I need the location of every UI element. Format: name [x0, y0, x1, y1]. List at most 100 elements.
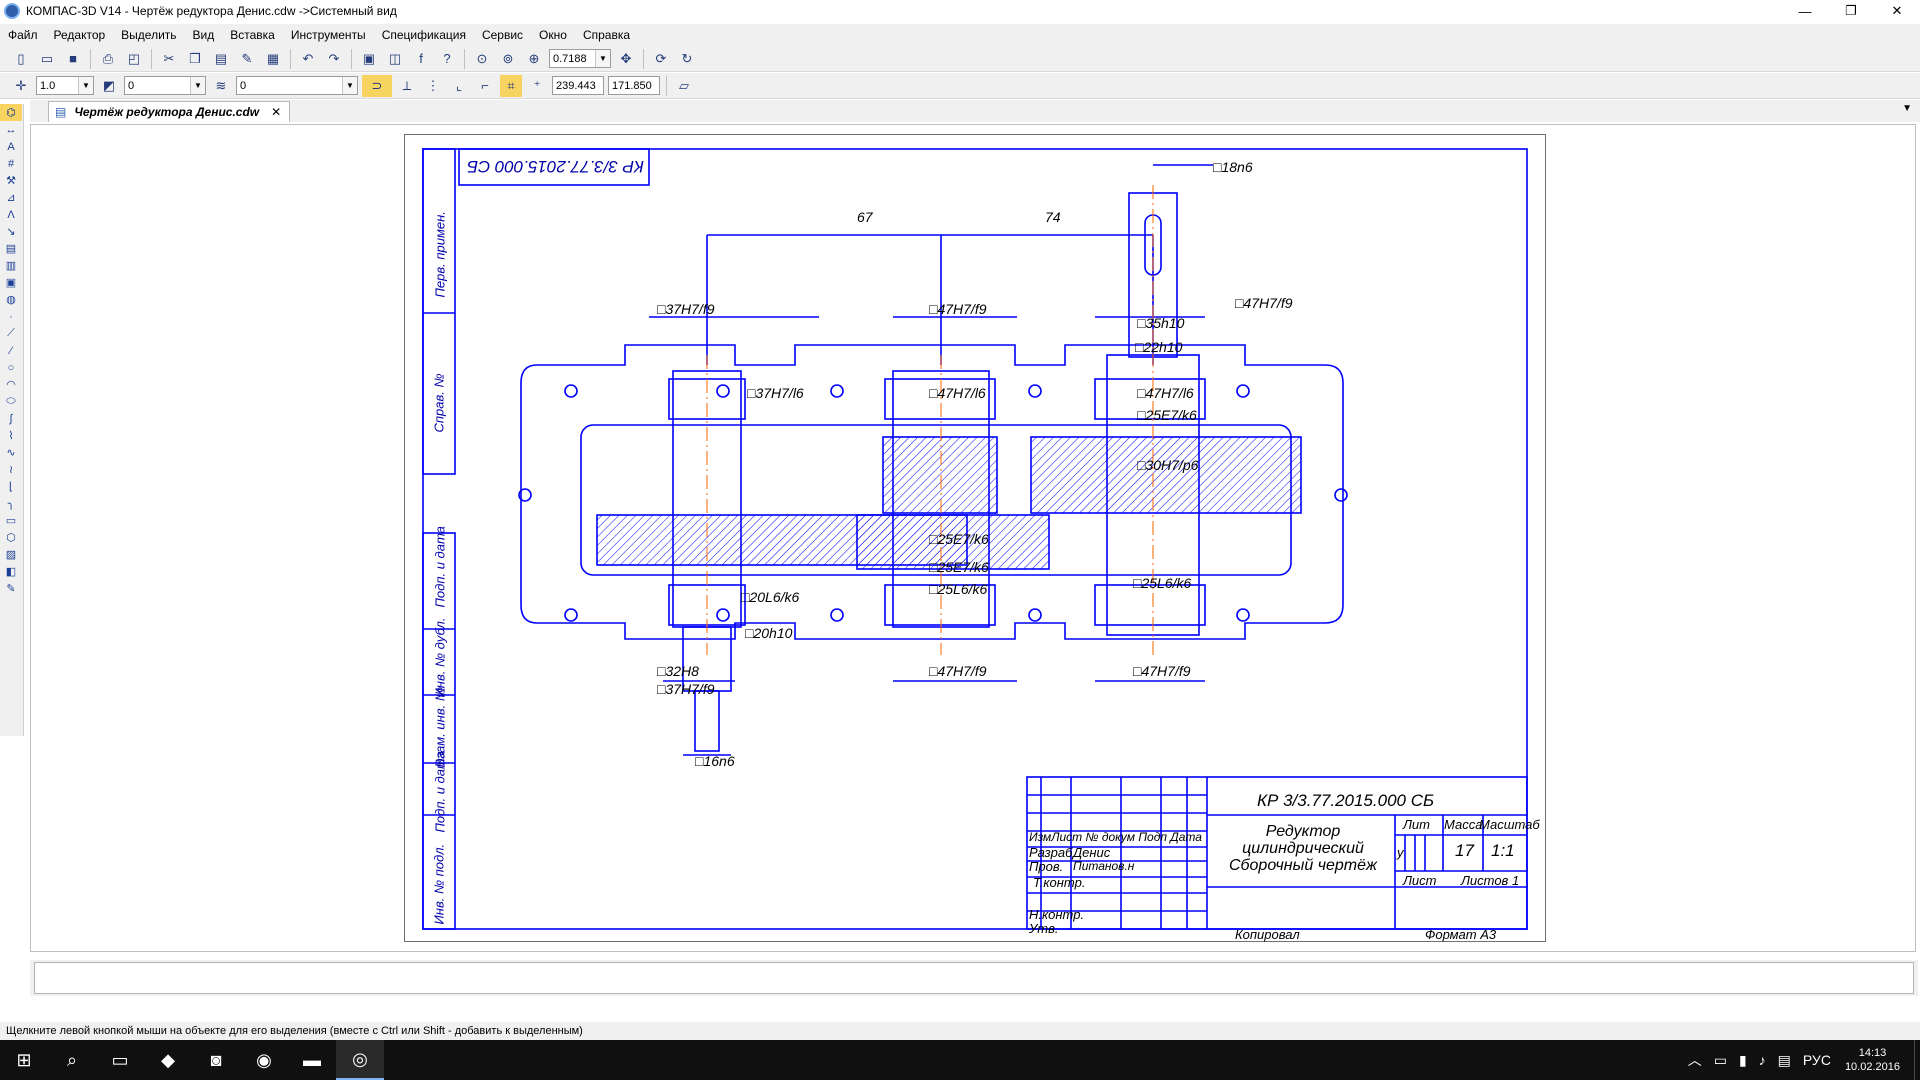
edit-icon[interactable]: # — [0, 155, 22, 172]
snap-magnet-icon[interactable]: ⊃ — [362, 74, 392, 97]
symbols-icon[interactable]: A — [0, 138, 22, 155]
camera-app-icon[interactable]: ◙ — [192, 1040, 240, 1080]
rectangle-icon[interactable]: ▭ — [0, 512, 22, 529]
cursor-step-select[interactable]: 1.0 ▼ — [36, 76, 94, 95]
object-properties-icon[interactable]: ▱ — [673, 75, 695, 97]
layer-select[interactable]: 0 ▼ — [236, 76, 358, 95]
polyline-icon[interactable]: ⌇ — [0, 427, 22, 444]
kompas-taskbar-icon[interactable]: ◎ — [336, 1040, 384, 1080]
maximize-button[interactable]: ❐ — [1828, 0, 1874, 22]
point-icon[interactable]: · — [0, 308, 22, 325]
angle-select[interactable]: 0 ▼ — [124, 76, 206, 95]
zoom-in-icon[interactable]: ⊕ — [523, 48, 545, 70]
dimensions-icon[interactable]: ↔ — [0, 121, 22, 138]
parametric-mode-icon[interactable]: ⌗ — [500, 74, 522, 97]
contour-icon[interactable]: ✎ — [0, 580, 22, 597]
menu-insert[interactable]: Вставка — [222, 28, 283, 42]
measure-icon[interactable]: ⊿ — [0, 189, 22, 206]
select-icon[interactable]: Λ — [0, 206, 22, 223]
menu-service[interactable]: Сервис — [474, 28, 531, 42]
menu-editor[interactable]: Редактор — [46, 28, 114, 42]
redo-icon[interactable]: ↷ — [323, 48, 345, 70]
chevron-up-icon[interactable]: ︿ — [1688, 1050, 1702, 1070]
windows-start-icon[interactable]: ⊞ — [0, 1040, 48, 1080]
redraw-icon[interactable]: ↻ — [676, 48, 698, 70]
cut-icon[interactable]: ✂ — [158, 48, 180, 70]
spec-icon[interactable]: ▤ — [0, 240, 22, 257]
auxiliary-line-icon[interactable]: ⟋ — [0, 325, 22, 342]
new-document-icon[interactable]: ▯ — [10, 48, 32, 70]
step-cursor-icon[interactable]: ✛ — [10, 75, 32, 97]
menu-view[interactable]: Вид — [185, 28, 223, 42]
undo-icon[interactable]: ↶ — [297, 48, 319, 70]
menu-specification[interactable]: Спецификация — [374, 28, 474, 42]
reports-icon[interactable]: ▥ — [0, 257, 22, 274]
close-button[interactable]: ✕ — [1874, 0, 1920, 22]
task-view-icon[interactable]: ▭ — [96, 1040, 144, 1080]
format-painter-icon[interactable]: ✎ — [236, 48, 258, 70]
show-desktop-button[interactable] — [1914, 1040, 1920, 1080]
coord-x-field[interactable]: 239.443 — [552, 76, 604, 95]
properties-icon[interactable]: ▦ — [262, 48, 284, 70]
zoom-scale-select[interactable]: 0.7188 ▼ — [549, 49, 611, 68]
variables-icon[interactable]: f — [410, 48, 432, 70]
store-icon[interactable]: ◆ — [144, 1040, 192, 1080]
chamfer-icon[interactable]: ⌊ — [0, 478, 22, 495]
open-folder-icon[interactable]: ▭ — [36, 48, 58, 70]
segment-icon[interactable]: ⁄ — [0, 342, 22, 359]
preview-icon[interactable]: ◰ — [123, 48, 145, 70]
layer-icon[interactable]: ≋ — [210, 75, 232, 97]
continuous-icon[interactable]: ∫ — [0, 410, 22, 427]
message-icon[interactable]: ▤ — [1778, 1052, 1791, 1069]
manager-icon[interactable]: ▣ — [358, 48, 380, 70]
menu-tools[interactable]: Инструменты — [283, 28, 374, 42]
orthogonal-mode-icon[interactable]: ⌐ — [474, 75, 496, 97]
command-box[interactable] — [34, 962, 1914, 994]
zoom-window-icon[interactable]: ⊙ — [471, 48, 493, 70]
zoom-all-icon[interactable]: ⊚ — [497, 48, 519, 70]
local-cs-icon[interactable]: ⌞ — [448, 75, 470, 97]
save-icon[interactable]: ■ — [62, 48, 84, 70]
tab-close-icon[interactable]: ✕ — [271, 105, 281, 119]
file-explorer-icon[interactable]: ▬ — [288, 1040, 336, 1080]
chrome-icon[interactable]: ◉ — [240, 1040, 288, 1080]
volume-icon[interactable]: ♪ — [1759, 1052, 1766, 1068]
fill-icon[interactable]: ◧ — [0, 563, 22, 580]
help-pointer-icon[interactable]: ? — [436, 48, 458, 70]
tabs-dropdown-icon[interactable]: ▼ — [1902, 103, 1912, 114]
spline-icon[interactable]: ∿ — [0, 444, 22, 461]
arc-icon[interactable]: ◠ — [0, 376, 22, 393]
menu-help[interactable]: Справка — [575, 28, 638, 42]
angle-icon[interactable]: ◩ — [98, 75, 120, 97]
grid-icon[interactable]: ⋮ — [422, 75, 444, 97]
menu-window[interactable]: Окно — [531, 28, 575, 42]
polygon-icon[interactable]: ⬡ — [0, 529, 22, 546]
battery-icon[interactable]: ▮ — [1739, 1052, 1747, 1069]
copy-icon[interactable]: ❐ — [184, 48, 206, 70]
refresh-view-icon[interactable]: ⟳ — [650, 48, 672, 70]
search-icon[interactable]: ⌕ — [48, 1040, 96, 1080]
bezier-icon[interactable]: ≀ — [0, 461, 22, 478]
insert-icon[interactable]: ▣ — [0, 274, 22, 291]
document-tab[interactable]: ▤ Чертёж редуктора Денис.cdw ✕ — [48, 101, 290, 122]
ellipse-icon[interactable]: ⬭ — [0, 393, 22, 410]
hatch-icon[interactable]: ▨ — [0, 546, 22, 563]
circle-icon[interactable]: ○ — [0, 359, 22, 376]
drawing-sheet[interactable]: КР 3/3.77.2015.000 СБ Перв. примен. Спра… — [404, 134, 1546, 942]
parametrization-icon[interactable]: ⚒ — [0, 172, 22, 189]
geometry-icon[interactable]: ⌬ — [0, 104, 22, 121]
library-panel-icon[interactable]: ◍ — [0, 291, 22, 308]
fillet-icon[interactable]: ╮ — [0, 495, 22, 512]
network-icon[interactable]: ▭ — [1714, 1052, 1727, 1069]
library-icon[interactable]: ◫ — [384, 48, 406, 70]
ortho-icon[interactable]: ⟂ — [396, 75, 418, 97]
print-icon[interactable]: ⎙ — [97, 48, 119, 70]
menu-select[interactable]: Выделить — [113, 28, 184, 42]
clock[interactable]: 14:13 10.02.2016 — [1845, 1046, 1900, 1074]
coord-y-field[interactable]: 171.850 — [608, 76, 660, 95]
pan-icon[interactable]: ✥ — [615, 48, 637, 70]
paste-icon[interactable]: ▤ — [210, 48, 232, 70]
associative-views-icon[interactable]: ↘ — [0, 223, 22, 240]
minimize-button[interactable]: — — [1782, 0, 1828, 22]
menu-file[interactable]: Файл — [0, 28, 46, 42]
